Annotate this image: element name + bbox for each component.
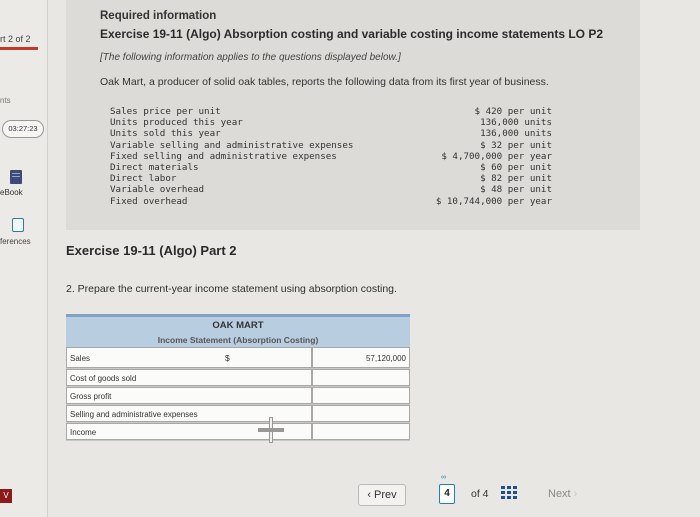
data-value: 136,000 units <box>480 128 552 140</box>
data-label: Direct labor <box>110 173 177 185</box>
data-label: Direct materials <box>110 162 199 174</box>
data-value: $ 60 per unit <box>480 162 552 174</box>
points-label: nts <box>0 96 11 105</box>
footer-logo: V <box>0 489 12 503</box>
data-row: Sales price per unit $ 420 per unit <box>110 106 552 117</box>
part-indicator: rt 2 of 2 <box>0 34 31 44</box>
left-sidebar: rt 2 of 2 nts 03:27:23 eBook ferences V <box>0 0 48 517</box>
data-value: 136,000 units <box>480 117 552 129</box>
info-note: [The following information applies to th… <box>100 52 401 63</box>
amount-input[interactable] <box>312 387 410 404</box>
statement-row-income: Income <box>66 423 410 441</box>
move-cursor-icon <box>258 417 284 443</box>
data-label: Fixed overhead <box>110 195 188 207</box>
income-statement: OAK MART Income Statement (Absorption Co… <box>66 314 410 443</box>
references-link[interactable]: ferences <box>0 237 31 246</box>
data-value: $ 420 per unit <box>474 106 552 117</box>
amount-input[interactable]: $ 57,120,000 <box>225 347 410 368</box>
data-label: Sales price per unit <box>110 106 221 117</box>
company-name: OAK MART <box>212 320 264 331</box>
data-row: Fixed selling and administrative expense… <box>110 151 552 162</box>
data-value: $ 32 per unit <box>480 139 552 151</box>
question-text: 2. Prepare the current-year income state… <box>66 283 397 295</box>
current-page-box[interactable]: 4 <box>439 484 455 504</box>
statement-row-sales: Sales $ 57,120,000 <box>66 347 410 369</box>
data-row: Variable overhead $ 48 per unit <box>110 184 552 195</box>
data-label: Fixed selling and administrative expense… <box>110 150 337 162</box>
currency-symbol: $ <box>225 353 230 363</box>
ebook-icon[interactable] <box>10 170 22 184</box>
data-row: Units produced this year 136,000 units <box>110 117 552 128</box>
data-label: Units produced this year <box>110 117 243 129</box>
data-value: $ 82 per unit <box>480 173 552 185</box>
statement-header: OAK MART Income Statement (Absorption Co… <box>66 314 410 347</box>
data-row: Units sold this year 136,000 units <box>110 128 552 139</box>
row-label-input[interactable]: Sales <box>66 347 312 368</box>
info-intro: Oak Mart, a producer of solid oak tables… <box>100 76 549 88</box>
statement-row-selling-admin: Selling and administrative expenses <box>66 405 410 423</box>
data-value: $ 10,744,000 per year <box>435 195 552 207</box>
data-row: Direct materials $ 60 per unit <box>110 162 552 173</box>
required-information-panel: Required information Exercise 19-11 (Alg… <box>66 0 640 230</box>
ebook-link[interactable]: eBook <box>0 188 23 197</box>
statement-subtitle: Income Statement (Absorption Costing) <box>157 335 319 345</box>
amount-input[interactable] <box>312 369 410 386</box>
prev-label: Prev <box>374 489 397 501</box>
row-label-input[interactable]: Cost of goods sold <box>66 369 312 386</box>
amount-input[interactable] <box>312 405 410 422</box>
statement-row-cogs: Cost of goods sold <box>66 369 410 387</box>
amount-input[interactable] <box>312 423 410 440</box>
amount-value: 57,120,000 <box>365 354 406 363</box>
link-icon: ∞ <box>441 474 446 481</box>
data-row: Direct labor $ 82 per unit <box>110 173 552 184</box>
data-value: $ 4,700,000 per year <box>441 150 552 162</box>
next-button[interactable]: Next › <box>548 488 577 500</box>
page-count: of 4 <box>471 488 489 500</box>
data-table: Sales price per unit $ 420 per unit Units… <box>110 106 552 207</box>
part-progress-bar <box>0 47 38 50</box>
data-label: Variable selling and administrative expe… <box>110 139 354 151</box>
row-label-input[interactable]: Gross profit <box>66 387 312 404</box>
grid-icon[interactable] <box>501 486 517 500</box>
next-label: Next <box>548 488 571 500</box>
references-icon[interactable] <box>12 218 24 232</box>
data-label: Variable overhead <box>110 184 205 196</box>
timer[interactable]: 03:27:23 <box>2 120 44 138</box>
prev-button[interactable]: ‹ Prev <box>358 484 406 506</box>
exercise-title: Exercise 19-11 (Algo) Absorption costing… <box>100 27 604 41</box>
data-row: Fixed overhead $ 10,744,000 per year <box>110 196 552 207</box>
info-heading: Required information <box>100 10 217 22</box>
statement-row-gross-profit: Gross profit <box>66 387 410 405</box>
data-row: Variable selling and administrative expe… <box>110 140 552 151</box>
data-value: $ 48 per unit <box>480 184 552 196</box>
data-label: Units sold this year <box>110 128 221 140</box>
chevron-right-icon: › <box>573 488 578 500</box>
part-title: Exercise 19-11 (Algo) Part 2 <box>66 243 237 258</box>
